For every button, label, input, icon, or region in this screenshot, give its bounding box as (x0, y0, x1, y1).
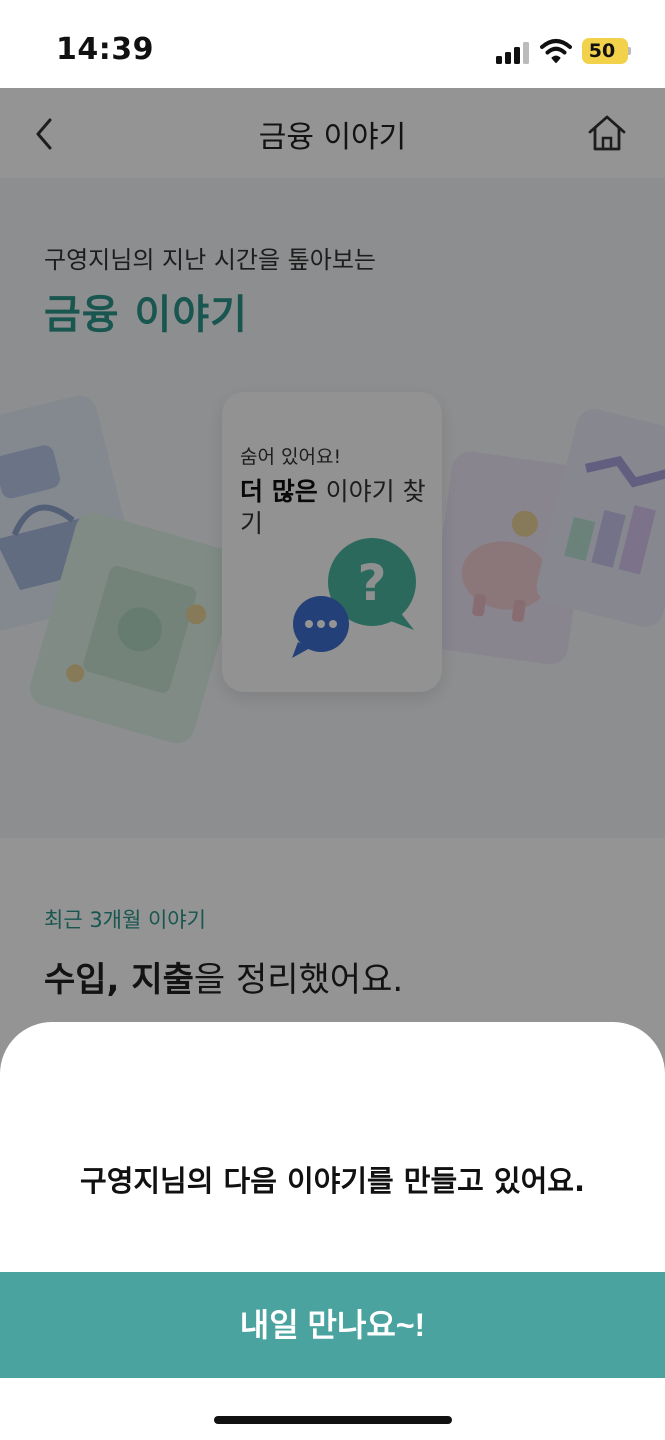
see-you-tomorrow-button[interactable]: 내일 만나요~! (0, 1272, 665, 1378)
status-time: 14:39 (56, 32, 154, 67)
battery-level: 50 (588, 40, 616, 62)
bottom-sheet: 구영지님의 다음 이야기를 만들고 있어요. 내일 만나요~! (0, 1022, 665, 1440)
wifi-icon (540, 39, 572, 63)
battery-icon: 50 (582, 38, 631, 64)
home-indicator (214, 1416, 452, 1424)
cellular-signal-icon (496, 42, 532, 64)
sheet-message: 구영지님의 다음 이야기를 만들고 있어요. (80, 1164, 585, 1198)
see-you-tomorrow-label: 내일 만나요~! (239, 1307, 426, 1343)
status-bar: 14:39 50 (0, 0, 665, 88)
